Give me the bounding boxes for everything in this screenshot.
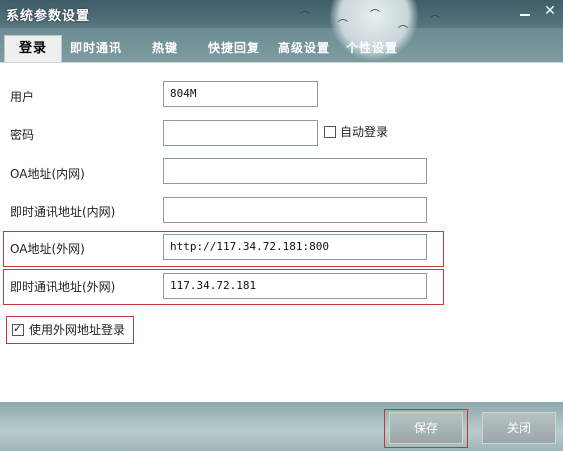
- user-label: 用户: [10, 90, 35, 104]
- use-external-checkbox[interactable]: ✓: [12, 322, 24, 336]
- oa-external-label: OA地址(外网): [10, 242, 85, 256]
- save-button[interactable]: 保存: [389, 412, 463, 444]
- bird-decoration: ⌒: [430, 16, 440, 27]
- user-input[interactable]: 804M: [163, 81, 318, 107]
- bird-decoration: ⌒: [370, 10, 380, 21]
- login-settings-panel: 用户 804M 密码 自动登录 OA地址(内网) 即时通讯地址(内网) OA地址…: [0, 62, 563, 403]
- bird-decoration: ⌒: [338, 20, 348, 31]
- close-button[interactable]: 关闭: [482, 412, 556, 444]
- im-internal-label: 即时通讯地址(内网): [10, 205, 116, 219]
- title-bar[interactable]: ⌒ ⌒ ⌒ ⌒ ⌒ 系统参数设置 ✕: [0, 0, 563, 60]
- tab-instant-messaging[interactable]: 即时通讯: [70, 37, 122, 59]
- password-input[interactable]: [163, 120, 318, 146]
- tab-hotkeys[interactable]: 热键: [152, 37, 178, 59]
- auto-login-checkbox[interactable]: [324, 126, 336, 138]
- bottom-bar: [0, 402, 563, 451]
- close-icon: ✕: [544, 3, 556, 19]
- im-external-label: 即时通讯地址(外网): [10, 280, 116, 294]
- close-window-button[interactable]: ✕: [541, 2, 559, 20]
- oa-external-input[interactable]: http://117.34.72.181:800: [163, 234, 427, 260]
- tab-bar: 登录 即时通讯 热键 快捷回复 高级设置 个性设置: [0, 32, 563, 63]
- checkmark-icon: ✓: [13, 322, 23, 335]
- tab-quick-reply[interactable]: 快捷回复: [208, 37, 260, 59]
- tab-login[interactable]: 登录: [4, 35, 62, 63]
- use-external-label: 使用外网地址登录: [29, 323, 126, 337]
- minimize-button[interactable]: [517, 4, 533, 20]
- settings-window: ⌒ ⌒ ⌒ ⌒ ⌒ 系统参数设置 ✕ 登录 即时通讯 热键 快捷回复 高级设置 …: [0, 0, 563, 451]
- im-internal-input[interactable]: [163, 197, 427, 223]
- password-label: 密码: [10, 128, 35, 142]
- bird-decoration: ⌒: [300, 12, 310, 23]
- tab-personal-settings[interactable]: 个性设置: [346, 37, 398, 59]
- tab-advanced-settings[interactable]: 高级设置: [278, 37, 330, 59]
- oa-internal-input[interactable]: [163, 158, 427, 184]
- window-title: 系统参数设置: [6, 9, 91, 24]
- oa-internal-label: OA地址(内网): [10, 167, 85, 181]
- auto-login-label: 自动登录: [340, 125, 389, 139]
- im-external-input[interactable]: 117.34.72.181: [163, 273, 427, 299]
